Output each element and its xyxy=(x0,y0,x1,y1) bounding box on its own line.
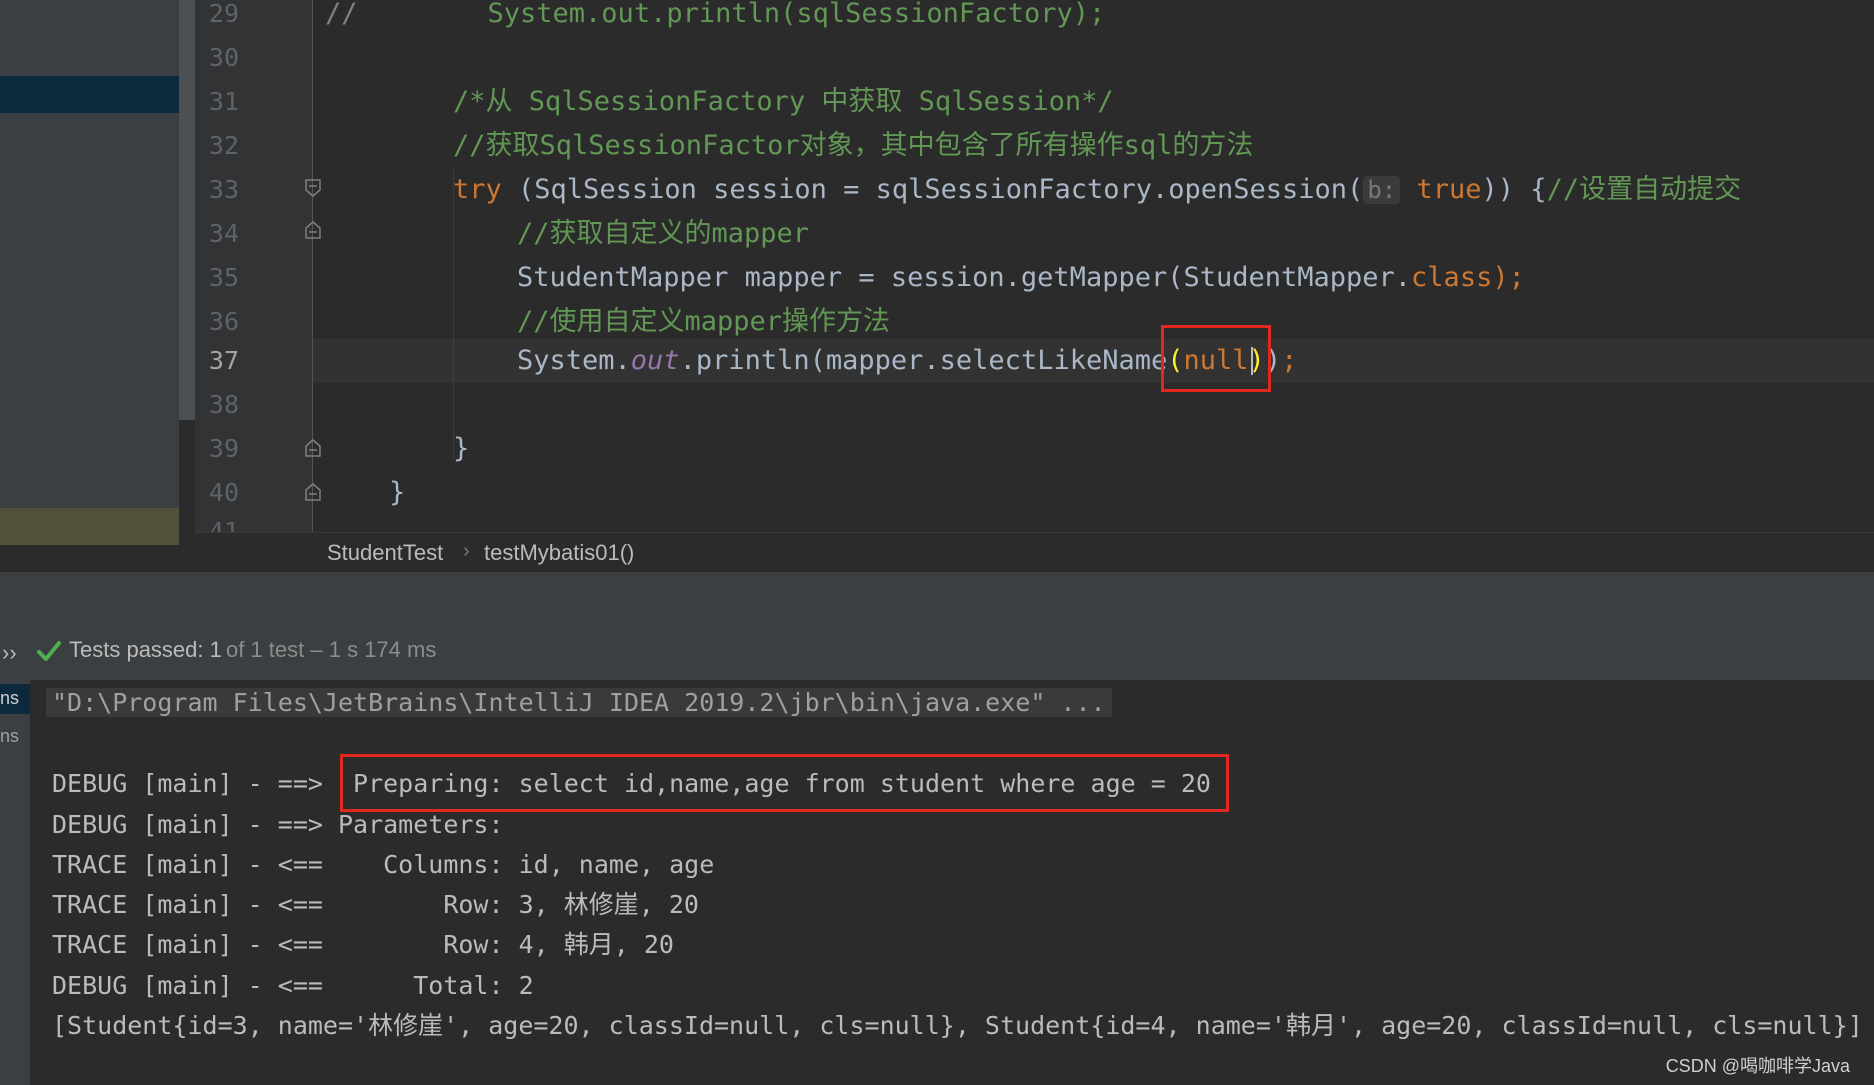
code-text: )) { xyxy=(1481,174,1547,205)
code-text: System. xyxy=(517,345,631,376)
line-number: 39 xyxy=(208,434,239,463)
code-line-31[interactable]: /*从 SqlSessionFactory 中获取 SqlSession*/ xyxy=(453,80,1114,124)
keyword-class: class xyxy=(1411,262,1493,293)
code-text: StudentMapper mapper = session.getMapper… xyxy=(517,262,1412,293)
tool-window-header xyxy=(0,572,1874,628)
line-number: 29 xyxy=(208,0,239,28)
line-number: 32 xyxy=(208,131,239,160)
line-number: 36 xyxy=(208,307,239,336)
line-number: 33 xyxy=(208,175,239,204)
more-chevron-icon[interactable]: ›› xyxy=(2,640,17,666)
commented-code: System.out.println(sqlSessionFactory); xyxy=(487,0,1106,29)
static-field-out: out xyxy=(630,345,680,376)
breadcrumb xyxy=(195,532,1874,573)
fold-close-icon[interactable] xyxy=(304,220,322,240)
parameter-hint: b: xyxy=(1363,176,1401,204)
project-scrollbar[interactable] xyxy=(179,0,195,420)
highlight-preparing-sql xyxy=(340,754,1229,812)
project-highlighted-item[interactable] xyxy=(0,508,179,545)
indent-guide xyxy=(453,170,454,460)
code-line-32[interactable]: //获取SqlSessionFactor对象，其中包含了所有操作sql的方法 xyxy=(453,124,1253,168)
line-number: 38 xyxy=(208,390,239,419)
console-line: TRACE [main] - <== Columns: id, name, ag… xyxy=(52,850,715,879)
line-comment-marker: // xyxy=(325,0,358,29)
keyword-try: try xyxy=(453,174,502,205)
code-text: .println(mapper.selectLikeName xyxy=(679,345,1168,376)
line-number: 31 xyxy=(208,87,239,116)
line-number: 34 xyxy=(208,219,239,248)
console-command: "D:\Program Files\JetBrains\IntelliJ IDE… xyxy=(46,688,1112,717)
tests-passed-label: Tests passed: 1 xyxy=(69,637,222,662)
fold-close-icon[interactable] xyxy=(304,438,322,458)
code-text: ); xyxy=(1492,262,1525,293)
test-tree-item[interactable]: ns xyxy=(0,688,19,709)
line-number-current: 37 xyxy=(208,346,239,375)
console-line: "D:\Program Files\JetBrains\IntelliJ IDE… xyxy=(46,683,1112,723)
keyword-true: true xyxy=(1416,174,1482,205)
line-number: 35 xyxy=(208,263,239,292)
breadcrumb-separator-icon: › xyxy=(463,540,470,562)
line-number: 40 xyxy=(208,478,239,507)
code-line-29[interactable]: // System.out.println(sqlSessionFactory); xyxy=(325,0,1105,36)
ide-window: 29 30 31 32 33 34 35 36 37 38 39 40 41 /… xyxy=(0,0,1874,1085)
tests-passed-detail: of 1 test – 1 s 174 ms xyxy=(226,637,437,662)
console-line: TRACE [main] - <== Row: 4, 韩月, 20 xyxy=(52,930,674,959)
console-line: DEBUG [main] - <== Total: 2 xyxy=(52,971,534,1000)
breadcrumb-method[interactable]: testMybatis01() xyxy=(484,540,634,566)
project-selected-item[interactable] xyxy=(0,76,179,113)
code-line-35[interactable]: StudentMapper mapper = session.getMapper… xyxy=(517,256,1525,300)
breadcrumb-class[interactable]: StudentTest xyxy=(327,540,443,566)
test-tree-item[interactable]: ns xyxy=(0,726,19,747)
code-line-36[interactable]: //使用自定义mapper操作方法 xyxy=(517,300,890,344)
code-line-40[interactable]: } xyxy=(389,471,405,515)
fold-open-icon[interactable] xyxy=(304,178,322,198)
inline-comment: //设置自动提交 xyxy=(1546,174,1742,205)
watermark: CSDN @喝咖啡学Java xyxy=(1665,1056,1850,1076)
code-text: (SqlSession session = sqlSessionFactory.… xyxy=(501,174,1364,205)
code-line-33[interactable]: try (SqlSession session = sqlSessionFact… xyxy=(453,168,1741,212)
check-icon xyxy=(37,641,61,661)
code-line-39[interactable]: } xyxy=(453,427,469,471)
line-number: 41 xyxy=(208,517,239,532)
semicolon: ; xyxy=(1281,345,1298,376)
highlight-null-argument xyxy=(1161,325,1271,392)
line-number: 30 xyxy=(208,43,239,72)
fold-close-icon[interactable] xyxy=(304,482,322,502)
console-line: TRACE [main] - <== Row: 3, 林修崖, 20 xyxy=(52,890,699,919)
console-line: [Student{id=3, name='林修崖', age=20, class… xyxy=(52,1011,1863,1040)
code-line-34[interactable]: //获取自定义的mapper xyxy=(517,212,809,256)
